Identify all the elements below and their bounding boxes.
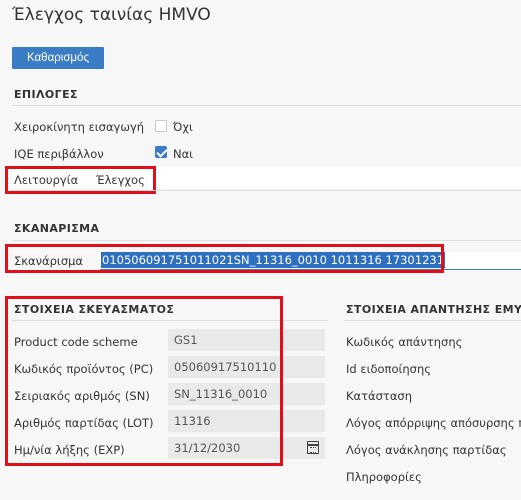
response-code-label: Κωδικός απάντησης: [346, 335, 463, 349]
response-heading: ΣΤΟΙΧΕΙΑ ΑΠΑΝΤΗΣΗΣ ΕΜΥ: [346, 303, 521, 316]
scan-highlight: [5, 244, 444, 273]
scan-heading: ΣΚΑΝΑΡΙΣΜΑ: [14, 222, 100, 235]
iqe-env-checkbox[interactable]: [155, 146, 167, 158]
scan-divider: [12, 240, 521, 241]
notification-id-label: Id ειδοποίησης: [346, 362, 431, 376]
response-divider: [344, 320, 521, 321]
clear-button[interactable]: Καθαρισμός: [12, 47, 104, 69]
information-label: Πληροφορίες: [346, 470, 422, 484]
status-label: Κατάσταση: [346, 389, 412, 403]
manual-entry-label: Χειροκίνητη εισαγωγή: [14, 120, 145, 134]
rejection-reason-label: Λόγος απόρριψης απόσυρσης π: [346, 416, 521, 430]
options-heading: ΕΠΙΛΟΓΕΣ: [14, 88, 78, 101]
calendar-icon[interactable]: [307, 441, 319, 454]
batch-recall-reason-label: Λόγος ανάκλησης παρτίδας: [346, 443, 507, 457]
manual-entry-value: Όχι: [173, 120, 193, 134]
page-title: Έλεγχος ταινίας HMVO: [12, 5, 211, 25]
iqe-env-label: IQE περιβάλλον: [14, 147, 104, 161]
operation-divider: [12, 190, 521, 191]
iqe-env-value: Ναι: [173, 147, 194, 161]
options-divider: [12, 105, 521, 106]
package-highlight: [5, 296, 283, 466]
manual-entry-checkbox[interactable]: [155, 120, 167, 132]
